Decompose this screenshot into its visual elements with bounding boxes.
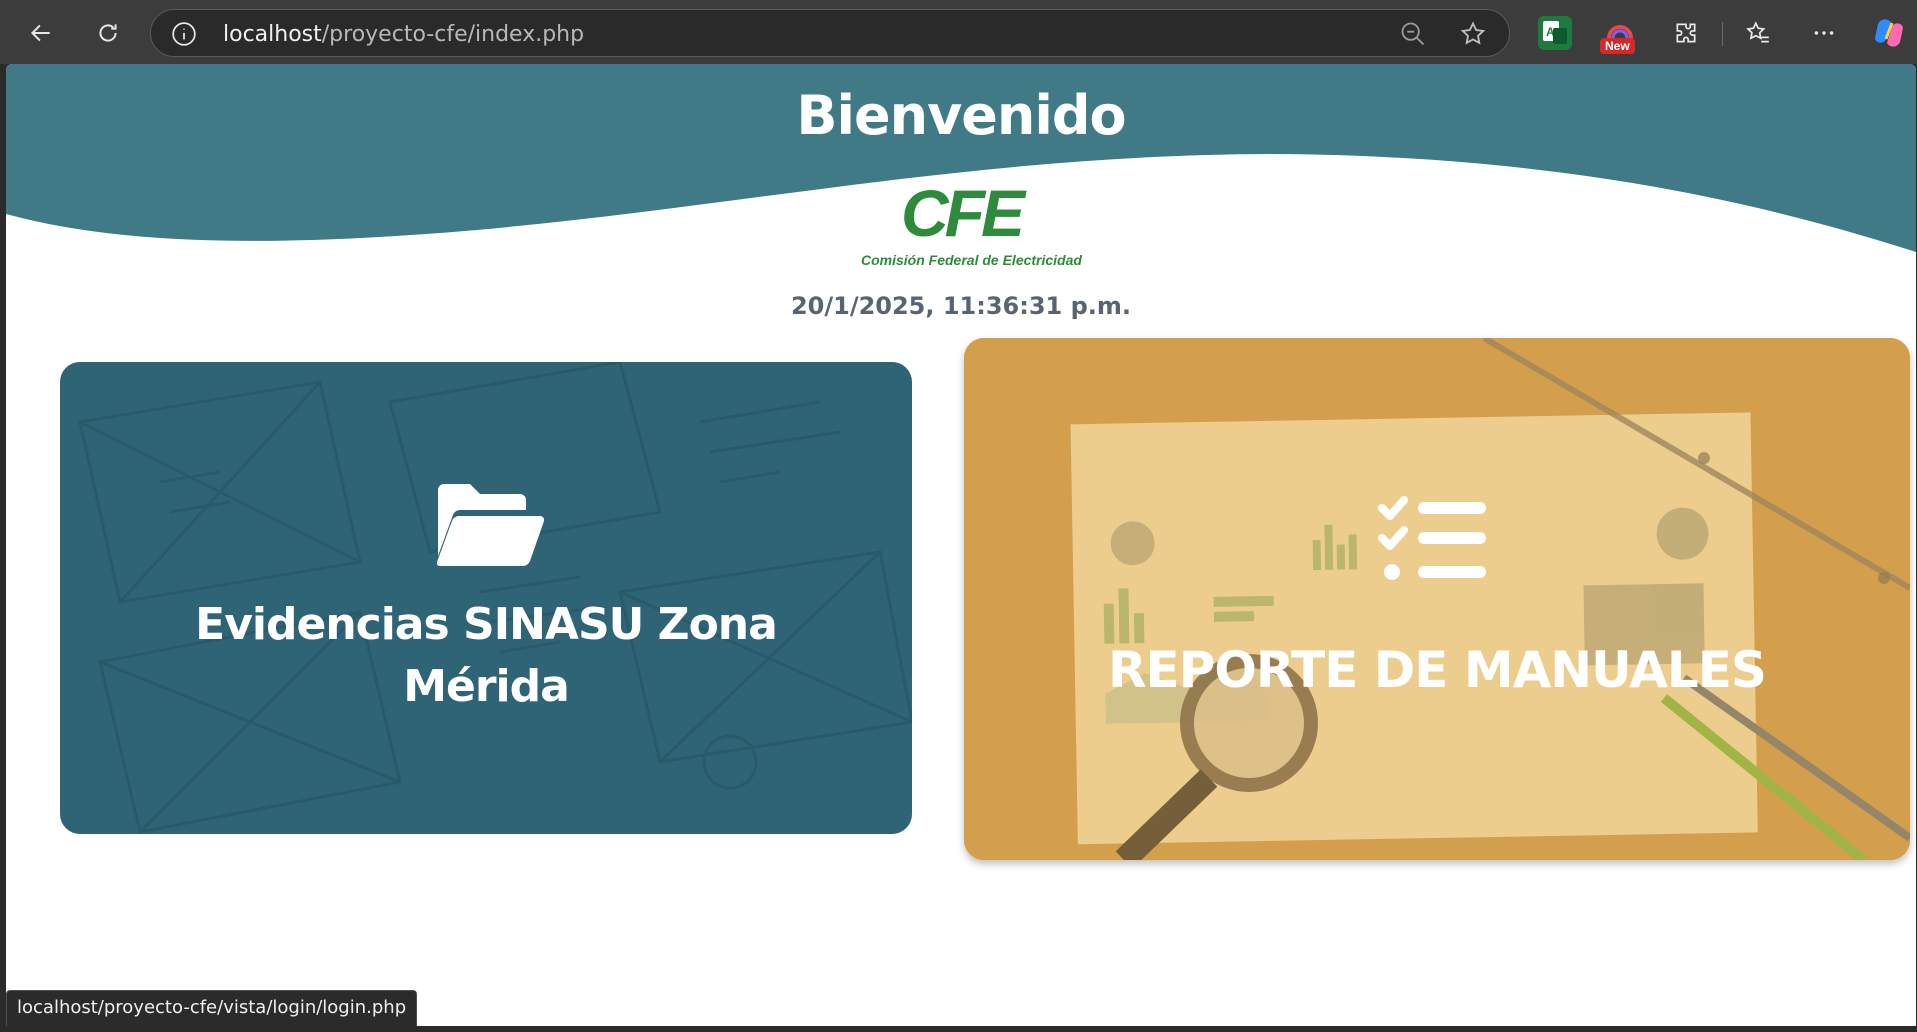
page-title: Bienvenido [796, 84, 1126, 147]
copilot-icon[interactable] [1870, 14, 1908, 52]
reporte-manuales-card-title: REPORTE DE MANUALES [1108, 641, 1767, 699]
url-path: /proyecto-cfe/index.php [321, 22, 585, 47]
folder-open-icon [436, 484, 544, 567]
reload-icon [99, 24, 117, 42]
address-bar[interactable]: localhost/proyecto-cfe/index.php [150, 9, 1510, 57]
reporte-manuales-card[interactable]: REPORTE DE MANUALES [964, 338, 1910, 860]
arrow-left-icon [30, 24, 50, 42]
url-text[interactable]: localhost/proyecto-cfe/index.php [223, 22, 584, 47]
url-host: localhost [223, 22, 322, 47]
favorites-icon [1746, 21, 1769, 43]
cfe-logo: CFE Comisión Federal de Electricidad [861, 176, 1082, 280]
favorite-star-icon[interactable] [1459, 20, 1487, 48]
favorites-button[interactable] [1737, 12, 1779, 54]
browser-toolbar: localhost/proyecto-cfe/index.php A New [0, 0, 1917, 64]
translate-extension-icon[interactable]: A [1538, 16, 1572, 50]
checklist-icon [1378, 496, 1486, 580]
more-menu-button[interactable] [1803, 12, 1845, 54]
evidencias-card-title: Evidencias SINASU Zona Mérida [195, 599, 778, 712]
back-button[interactable] [20, 12, 62, 54]
zoom-out-icon[interactable] [1399, 20, 1427, 48]
page-viewport: Bienvenido CFE Comisión Federal de Elect… [6, 64, 1916, 1026]
link-status-bar: localhost/proyecto-cfe/vista/login/login… [6, 990, 418, 1026]
report-desk-background [964, 338, 1910, 860]
evidencias-card[interactable]: Evidencias SINASU Zona Mérida [60, 362, 912, 834]
ellipsis-icon [1814, 31, 1834, 35]
current-datetime: 20/1/2025, 11:36:31 p.m. [790, 292, 1132, 320]
info-icon[interactable] [171, 21, 197, 47]
reload-button[interactable] [87, 12, 129, 54]
cfe-logo-text: CFE [901, 176, 1025, 250]
new-badge: New [1600, 38, 1635, 54]
cfe-logo-subtitle: Comisión Federal de Electricidad [861, 252, 1082, 268]
puzzle-icon [1676, 23, 1696, 43]
toolbar-divider [1722, 22, 1723, 46]
extensions-button[interactable] [1665, 12, 1707, 54]
